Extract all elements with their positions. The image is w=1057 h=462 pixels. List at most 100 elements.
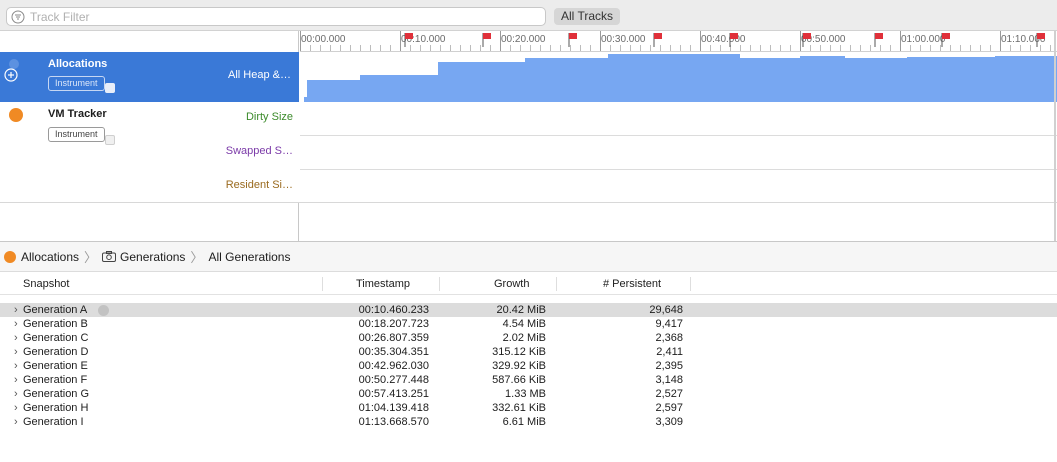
disclosure-chevron-icon[interactable]: ›	[14, 345, 18, 359]
column-divider[interactable]	[690, 277, 691, 291]
vm-tracker-graph[interactable]	[300, 102, 1057, 202]
ruler-minor-tick	[360, 45, 361, 51]
table-row[interactable]: › Generation C 00:26.807.359 2.02 MiB 2,368	[0, 331, 1057, 345]
column-divider[interactable]	[322, 277, 323, 291]
breadcrumb-generations[interactable]: Generations	[102, 250, 185, 264]
ruler-minor-tick	[310, 45, 311, 51]
table-row[interactable]: › Generation A 00:10.460.233 20.42 MiB 29,64…	[0, 303, 1057, 317]
disclosure-chevron-icon[interactable]: ›	[14, 359, 18, 373]
growth-cell: 6.61 MiB	[502, 416, 546, 428]
ruler-minor-tick	[780, 45, 781, 51]
ruler-minor-tick	[690, 45, 691, 51]
column-divider[interactable]	[439, 277, 440, 291]
table-row[interactable]: › Generation D 00:35.304.351 315.12 KiB 2,41…	[0, 345, 1057, 359]
ruler-minor-tick	[720, 45, 721, 51]
track-filter-bar: All Tracks	[0, 0, 1057, 31]
disclosure-chevron-icon[interactable]: ›	[14, 415, 18, 429]
add-track-icon[interactable]	[4, 68, 18, 82]
track-filter-input[interactable]	[30, 9, 530, 24]
table-row[interactable]: › Generation E 00:42.962.030 329.92 KiB 2,39…	[0, 359, 1057, 373]
ruler-minor-tick	[510, 45, 511, 51]
growth-cell: 315.12 KiB	[492, 346, 546, 358]
ruler-tick-label: 00:00.000	[301, 34, 346, 45]
timeline-ruler[interactable]: 00:00.000 00:10.000 00:20.000 00:30.000 00:4…	[300, 31, 1057, 52]
breadcrumb-label: All Generations	[208, 249, 291, 264]
snapshot-name: Generation H	[23, 402, 89, 414]
instrument-badge[interactable]: Instrument	[48, 127, 105, 142]
chevron-down-icon[interactable]	[105, 135, 115, 145]
column-header-timestamp[interactable]: Timestamp	[356, 273, 410, 295]
ruler-minor-tick	[990, 45, 991, 51]
growth-cell: 20.42 MiB	[496, 304, 546, 316]
generation-flag-icon[interactable]	[482, 33, 491, 47]
disclosure-chevron-icon[interactable]: ›	[14, 401, 18, 415]
instrument-badge[interactable]: Instrument	[48, 76, 105, 91]
ruler-minor-tick	[750, 45, 751, 51]
table-row[interactable]: › Generation F 00:50.277.448 587.66 KiB 3,14…	[0, 373, 1057, 387]
track-vm-tracker[interactable]: VM Tracker Instrument Dirty Size Swapped…	[0, 102, 299, 202]
breadcrumb-all-generations[interactable]: All Generations	[208, 250, 290, 264]
growth-cell: 4.54 MiB	[502, 318, 546, 330]
breadcrumb-label: Generations	[120, 249, 186, 264]
table-row[interactable]: › Generation I 01:13.668.570 6.61 MiB 3,309	[0, 415, 1057, 429]
timestamp-cell: 00:18.207.723	[358, 318, 429, 330]
ruler-minor-tick	[980, 45, 981, 51]
allocations-area-chart	[300, 54, 1057, 102]
breadcrumb-allocations[interactable]: Allocations	[4, 250, 79, 264]
disclosure-chevron-icon[interactable]: ›	[14, 331, 18, 345]
generation-flag-icon[interactable]	[653, 33, 662, 47]
growth-cell: 587.66 KiB	[492, 374, 546, 386]
series-label-swapped-size: Swapped S…	[225, 145, 293, 157]
ruler-minor-tick	[840, 45, 841, 51]
persistent-cell: 2,527	[655, 388, 683, 400]
ruler-tick-label: 00:40.000	[701, 34, 746, 45]
ruler-minor-tick	[930, 45, 931, 51]
ruler-minor-tick	[970, 45, 971, 51]
disclosure-chevron-icon[interactable]: ›	[14, 373, 18, 387]
table-row[interactable]: › Generation B 00:18.207.723 4.54 MiB 9,417	[0, 317, 1057, 331]
ruler-minor-tick	[380, 45, 381, 51]
table-row[interactable]: › Generation G 00:57.413.251 1.33 MB 2,527	[0, 387, 1057, 401]
persistent-cell: 2,411	[656, 346, 683, 358]
generation-flag-icon[interactable]	[1036, 33, 1046, 47]
persistent-cell: 29,648	[649, 304, 683, 316]
snapshot-name: Generation F	[23, 374, 88, 386]
all-tracks-button[interactable]: All Tracks	[554, 8, 621, 25]
generation-flag-icon[interactable]	[568, 33, 577, 47]
table-row[interactable]: › Generation H 01:04.139.418 332.61 KiB 2,59…	[0, 401, 1057, 415]
disclosure-chevron-icon[interactable]: ›	[14, 317, 18, 331]
ruler-minor-tick	[530, 45, 531, 51]
column-header-persistent[interactable]: # Persistent	[603, 273, 661, 295]
timestamp-cell: 00:50.277.448	[358, 374, 429, 386]
column-header-snapshot[interactable]: Snapshot	[23, 273, 69, 295]
vm-tracker-icon	[9, 108, 23, 122]
ruler-minor-tick	[680, 45, 681, 51]
persistent-cell: 2,368	[655, 332, 683, 344]
go-to-arrow-icon[interactable]	[98, 305, 109, 316]
generation-flag-icon[interactable]	[802, 33, 812, 47]
column-header-growth[interactable]: Growth	[494, 273, 529, 295]
disclosure-chevron-icon[interactable]: ›	[14, 303, 18, 317]
snapshot-name: Generation C	[23, 332, 89, 344]
generation-flag-icon[interactable]	[941, 33, 950, 47]
track-allocations[interactable]: Allocations Instrument All Heap &…	[0, 52, 299, 102]
generation-flag-icon[interactable]	[874, 33, 883, 47]
ruler-minor-tick	[520, 45, 521, 51]
ruler-minor-tick	[580, 45, 581, 51]
ruler-minor-tick	[630, 45, 631, 51]
tracks-bottom-divider	[0, 202, 1057, 203]
series-label: All Heap &…	[228, 69, 291, 81]
ruler-minor-tick	[850, 45, 851, 51]
allocations-graph[interactable]	[300, 52, 1057, 102]
ruler-minor-tick	[760, 45, 761, 51]
chevron-down-icon[interactable]	[105, 83, 115, 93]
generation-flag-icon[interactable]	[729, 33, 739, 47]
track-filter-field[interactable]	[6, 7, 546, 26]
ruler-minor-tick	[640, 45, 641, 51]
disclosure-chevron-icon[interactable]: ›	[14, 387, 18, 401]
generation-flag-icon[interactable]	[404, 33, 414, 47]
ruler-minor-tick	[350, 45, 351, 51]
persistent-cell: 2,597	[655, 402, 683, 414]
ruler-minor-tick	[670, 45, 671, 51]
column-divider[interactable]	[556, 277, 557, 291]
